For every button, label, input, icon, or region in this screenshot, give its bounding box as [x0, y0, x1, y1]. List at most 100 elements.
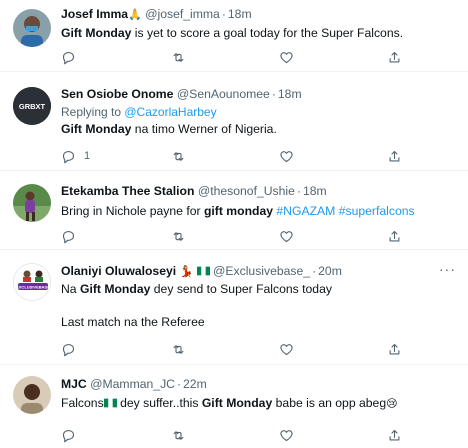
replying-to-label: Replying to — [61, 105, 125, 119]
avatar[interactable] — [13, 9, 51, 47]
timestamp[interactable]: 18m — [228, 7, 252, 21]
tweet-text-pre: Na — [61, 282, 80, 296]
share-icon — [389, 230, 400, 241]
reply-button[interactable] — [61, 228, 76, 244]
avatar-logo-text: GRBXT — [19, 102, 46, 111]
tweet-actions: 1 — [61, 148, 411, 164]
hashtag-link[interactable]: #NGAZAM — [276, 204, 335, 218]
author-name[interactable]: Josef Imma — [61, 7, 128, 21]
author-handle[interactable]: @thesonof_Ushie — [198, 184, 295, 198]
like-icon — [280, 230, 293, 242]
avatar[interactable]: GRBXT — [13, 87, 51, 125]
nigeria-flag-icon — [196, 266, 210, 276]
retweet-button[interactable] — [171, 341, 186, 357]
tweet-text-rest: dey send to Super Falcons today — [150, 282, 332, 296]
author-handle[interactable]: @Exclusivebase_ — [213, 264, 310, 278]
tweet-2[interactable]: GRBXT Sen Osiobe Onome @SenAounomee · 18m … — [0, 73, 468, 171]
tweet-1[interactable]: Josef Imma🙏 @josef_imma · 18m Gift Monday … — [0, 0, 468, 72]
tweet-text-mid: dey suffer..this — [116, 396, 202, 410]
share-button[interactable] — [387, 49, 402, 65]
author-handle[interactable]: @josef_imma — [145, 7, 220, 21]
tweet-text: Gift Monday na timo Werner of Nigeria. — [61, 121, 456, 138]
like-icon — [280, 343, 293, 355]
tweet-3[interactable]: Etekamba Thee Stalion @thesonof_Ushie · 18… — [0, 172, 468, 250]
retweet-icon — [173, 430, 184, 440]
avatar[interactable] — [13, 376, 51, 414]
retweet-icon — [173, 231, 184, 241]
hashtag-link[interactable]: #superfalcons — [339, 204, 415, 218]
share-button[interactable] — [387, 427, 402, 443]
retweet-button[interactable] — [171, 427, 186, 443]
timestamp[interactable]: 20m — [318, 264, 342, 278]
like-button[interactable] — [279, 148, 294, 164]
tweet-feed: Josef Imma🙏 @josef_imma · 18m Gift Monday … — [0, 0, 468, 448]
bold-text: gift monday — [203, 204, 274, 218]
crying-face-emoji-icon: 😢 — [386, 398, 398, 410]
author-name[interactable]: Etekamba Thee Stalion — [61, 184, 194, 198]
tweet-actions — [61, 49, 411, 65]
reply-icon — [62, 150, 75, 163]
avatar[interactable]: EXCLUSIVEBASE — [13, 263, 51, 301]
like-icon — [280, 150, 293, 162]
tweet-5[interactable]: MJC @Mamman_JC · 22m Falcons dey suffer..t… — [0, 366, 468, 448]
like-button[interactable] — [279, 228, 294, 244]
dancer-emoji-icon: 💃 — [179, 266, 194, 278]
author-name[interactable]: Olaniyi Oluwaloseyi — [61, 264, 176, 278]
share-button[interactable] — [387, 228, 402, 244]
timestamp[interactable]: 18m — [303, 184, 327, 198]
like-button[interactable] — [279, 427, 294, 443]
tweet-4[interactable]: EXCLUSIVEBASE Olaniyi Oluwaloseyi 💃 @Exc… — [0, 251, 468, 365]
tweet-header: Josef Imma🙏 @josef_imma · 18m — [61, 7, 252, 21]
bold-text: Gift Monday — [61, 26, 132, 40]
reply-button[interactable]: 1 — [61, 148, 90, 164]
like-button[interactable] — [279, 49, 294, 65]
nigeria-flag-icon — [103, 398, 117, 408]
tweet-header: Etekamba Thee Stalion @thesonof_Ushie · 18… — [61, 184, 327, 198]
avatar-logo-text: EXCLUSIVEBASE — [16, 285, 50, 290]
reply-icon — [62, 230, 75, 243]
tweet-text-pre: Bring in Nichole payne for — [61, 204, 204, 218]
retweet-icon — [173, 52, 184, 62]
reply-button[interactable] — [61, 341, 76, 357]
timestamp[interactable]: 18m — [278, 87, 302, 101]
retweet-button[interactable] — [171, 49, 186, 65]
author-name[interactable]: MJC — [61, 377, 87, 391]
tweet-text: Bring in Nichole payne for gift monday #… — [61, 203, 456, 220]
bold-text: Gift Monday — [61, 122, 132, 136]
tweet-text: Falcons dey suffer..this Gift Monday bab… — [61, 395, 456, 413]
tweet-text-rest: na timo Werner of Nigeria. — [131, 122, 277, 136]
tweet-text: Na Gift Monday dey send to Super Falcons… — [61, 281, 456, 298]
like-icon — [280, 429, 293, 441]
retweet-button[interactable] — [171, 148, 186, 164]
avatar[interactable] — [13, 184, 51, 222]
reply-button[interactable] — [61, 427, 76, 443]
tweet-actions — [61, 427, 411, 443]
reply-icon — [62, 429, 75, 442]
author-handle[interactable]: @Mamman_JC — [90, 377, 175, 391]
retweet-icon — [173, 344, 184, 354]
reply-button[interactable] — [61, 49, 76, 65]
tweet-actions — [61, 341, 411, 357]
like-button[interactable] — [279, 341, 294, 357]
share-icon — [389, 51, 400, 62]
author-handle[interactable]: @SenAounomee — [177, 87, 270, 101]
reply-mention-link[interactable]: @CazorlaHarbey — [124, 105, 216, 119]
tweet-actions — [61, 228, 411, 244]
timestamp[interactable]: 22m — [183, 377, 207, 391]
replying-to: Replying to @CazorlaHarbey — [61, 104, 456, 120]
share-button[interactable] — [387, 148, 402, 164]
pray-emoji-icon: 🙏 — [128, 9, 142, 21]
more-options-icon[interactable]: ··· — [439, 261, 456, 277]
author-name[interactable]: Sen Osiobe Onome — [61, 87, 173, 101]
bold-text: Gift Monday — [79, 282, 151, 296]
share-icon — [389, 343, 400, 354]
tweet-text-rest: babe is an opp abeg — [272, 396, 387, 410]
retweet-button[interactable] — [171, 228, 186, 244]
tweet-text-rest: is yet to score a goal today for the Sup… — [131, 26, 404, 40]
tweet-header: Sen Osiobe Onome @SenAounomee · 18m — [61, 87, 302, 101]
tweet-header: MJC @Mamman_JC · 22m — [61, 377, 207, 391]
share-button[interactable] — [387, 341, 402, 357]
reply-count: 1 — [84, 150, 91, 162]
retweet-icon — [173, 151, 184, 161]
reply-icon — [62, 343, 75, 356]
